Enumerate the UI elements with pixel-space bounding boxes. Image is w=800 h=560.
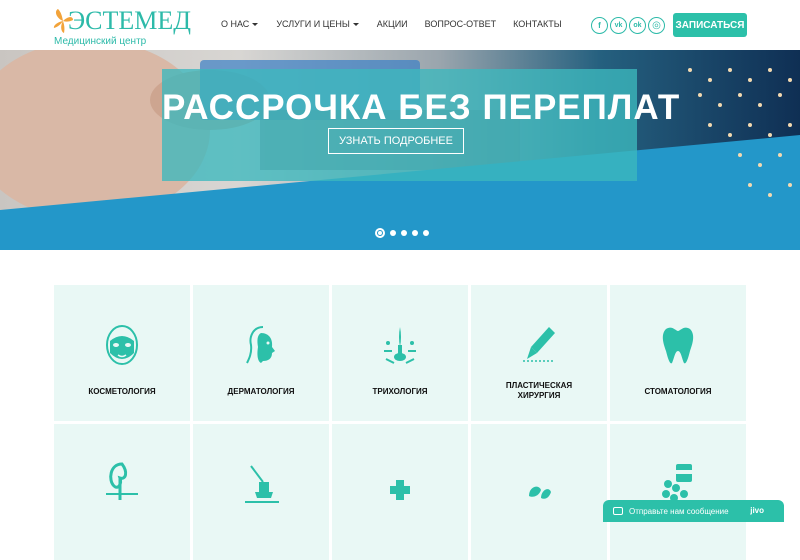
chat-prompt: Отправьте нам сообщение <box>629 506 729 516</box>
slider-dot[interactable] <box>401 230 407 236</box>
leaves-icon <box>529 486 551 499</box>
vk-icon[interactable]: vk <box>610 17 627 34</box>
site-header: ЭСТЕМЕД Медицинский центр О НАС УСЛУГИ И… <box>0 0 800 50</box>
service-tile-dentistry[interactable]: СТОМАТОЛОГИЯ <box>610 285 746 421</box>
scalpel-icon <box>523 327 555 362</box>
learn-more-button[interactable]: УЗНАТЬ ПОДРОБНЕЕ <box>328 128 464 154</box>
nav-services[interactable]: УСЛУГИ И ЦЕНЫ <box>276 19 359 29</box>
service-tile-plastic-surgery[interactable]: ПЛАСТИЧЕСКАЯ ХИРУРГИЯ <box>471 285 607 421</box>
service-tile[interactable] <box>193 424 329 560</box>
service-tile-cosmetology[interactable]: КОСМЕТОЛОГИЯ <box>54 285 190 421</box>
nav-faq[interactable]: ВОПРОС-ОТВЕТ <box>425 19 496 29</box>
logo-subtitle: Медицинский центр <box>54 36 147 47</box>
service-tile-trichology[interactable]: ТРИХОЛОГИЯ <box>332 285 468 421</box>
kidney-icon <box>106 462 138 500</box>
chevron-down-icon <box>352 22 359 26</box>
slider-dot[interactable] <box>412 230 418 236</box>
nav-about[interactable]: О НАС <box>221 19 259 29</box>
face-mask-icon <box>106 325 138 365</box>
nav-contacts[interactable]: КОНТАКТЫ <box>513 19 562 29</box>
chat-widget[interactable]: Отправьте нам сообщение jivo <box>603 500 784 522</box>
signup-button[interactable]: ЗАПИСАТЬСЯ <box>673 13 747 37</box>
chat-brand: jivo <box>750 506 764 515</box>
social-links: f vk ok ◎ <box>591 17 665 34</box>
slider-dots <box>375 228 429 238</box>
service-label: ТРИХОЛОГИЯ <box>372 387 428 396</box>
facebook-icon[interactable]: f <box>591 17 608 34</box>
banner-title: РАССРОЧКА БЕЗ ПЕРЕПЛАТ <box>162 88 681 127</box>
message-icon <box>613 507 623 515</box>
woman-profile-icon <box>246 326 275 364</box>
chevron-down-icon <box>252 22 259 26</box>
service-label: ПЛАСТИЧЕСКАЯ ХИРУРГИЯ <box>505 381 573 400</box>
main-nav: О НАС УСЛУГИ И ЦЕНЫ АКЦИИ ВОПРОС-ОТВЕТ К… <box>221 19 562 29</box>
hero-banner: РАССРОЧКА БЕЗ ПЕРЕПЛАТ УЗНАТЬ ПОДРОБНЕЕ <box>0 50 800 250</box>
ultrasound-icon <box>245 465 279 503</box>
service-tile[interactable] <box>332 424 468 560</box>
slider-dot[interactable] <box>423 230 429 236</box>
service-label: СТОМАТОЛОГИЯ <box>644 387 712 396</box>
medical-cross-icon <box>390 480 410 500</box>
slider-dot-active[interactable] <box>375 228 385 238</box>
slider-dot[interactable] <box>390 230 396 236</box>
hair-follicle-icon <box>384 327 416 364</box>
service-tile[interactable] <box>54 424 190 560</box>
instagram-icon[interactable]: ◎ <box>648 17 665 34</box>
logo-wordmark: ЭСТЕМЕД <box>68 6 192 35</box>
odnoklassniki-icon[interactable]: ok <box>629 17 646 34</box>
nav-promotions[interactable]: АКЦИИ <box>377 19 408 29</box>
site-logo[interactable]: ЭСТЕМЕД Медицинский центр <box>52 6 191 47</box>
service-label: ДЕРМАТОЛОГИЯ <box>227 387 295 396</box>
service-label: КОСМЕТОЛОГИЯ <box>88 387 156 396</box>
tooth-icon <box>662 327 694 364</box>
service-tile-dermatology[interactable]: ДЕРМАТОЛОГИЯ <box>193 285 329 421</box>
service-tile[interactable] <box>471 424 607 560</box>
service-tile[interactable] <box>610 424 746 560</box>
